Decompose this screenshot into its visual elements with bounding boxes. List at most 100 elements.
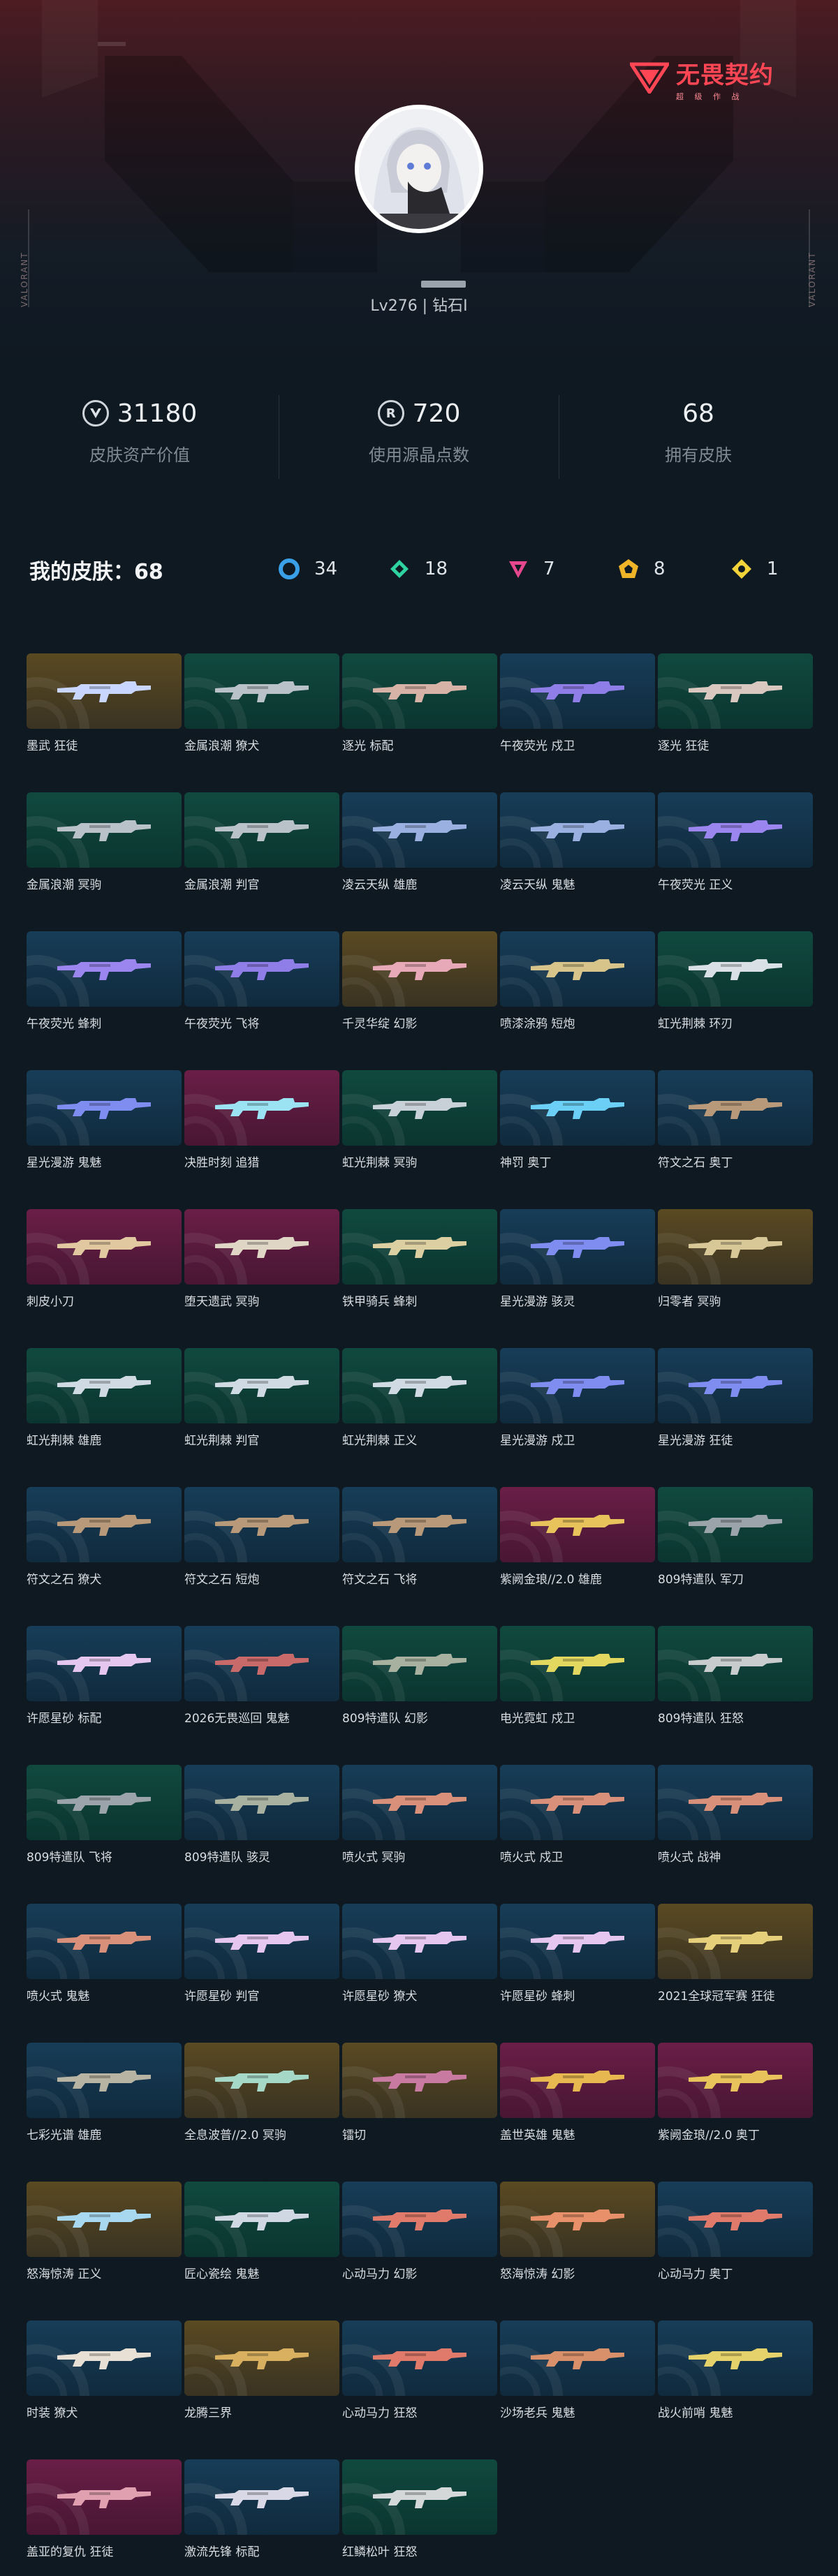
weapon-skin-icon: [215, 2487, 309, 2508]
weapon-skin-icon: [689, 681, 782, 702]
skin-card[interactable]: 虹光荆棘 正义: [342, 1348, 497, 1453]
skin-thumbnail: [658, 1348, 813, 1423]
skin-card[interactable]: 2021全球冠军赛 狂徒: [658, 1904, 813, 2008]
skin-card[interactable]: 午夜荧光 戍卫: [500, 653, 655, 758]
skin-card[interactable]: 怒海惊涛 正义: [27, 2182, 182, 2286]
tier-deluxe[interactable]: 18: [388, 552, 448, 586]
skin-card[interactable]: 喷火式 戍卫: [500, 1765, 655, 1870]
skin-card[interactable]: 决胜时刻 追猎: [184, 1070, 339, 1175]
skin-card[interactable]: 堕天遗武 冥驹: [184, 1209, 339, 1314]
skin-card[interactable]: 刺皮小刀: [27, 1209, 182, 1314]
skin-thumbnail: [500, 1209, 655, 1285]
skin-card[interactable]: 虹光荆棘 冥驹: [342, 1070, 497, 1175]
skin-card[interactable]: 星光漫游 骇灵: [500, 1209, 655, 1314]
skin-thumbnail: [500, 2182, 655, 2257]
weapon-skin-icon: [689, 1932, 782, 1953]
skin-card[interactable]: 激流先锋 标配: [184, 2459, 339, 2564]
skin-card[interactable]: 符文之石 飞将: [342, 1487, 497, 1592]
skin-card[interactable]: 千灵华绽 幻影: [342, 931, 497, 1036]
skin-thumbnail: [500, 1626, 655, 1701]
skin-card[interactable]: 神罚 奥丁: [500, 1070, 655, 1175]
skin-card[interactable]: 虹光荆棘 环刃: [658, 931, 813, 1036]
skin-thumbnail: [658, 2182, 813, 2257]
tier-select[interactable]: 34: [278, 552, 337, 586]
skin-name: 喷火式 冥驹: [342, 1851, 406, 1865]
skin-card[interactable]: 时装 獠犬: [27, 2320, 182, 2425]
weapon-skin-icon: [373, 1237, 466, 1258]
skin-card[interactable]: 心动马力 狂怒: [342, 2320, 497, 2425]
skin-card[interactable]: 金属浪潮 獠犬: [184, 653, 339, 758]
skin-card[interactable]: 喷火式 鬼魅: [27, 1904, 182, 2008]
skin-name: 全息波普//2.0 冥驹: [184, 2129, 286, 2142]
skin-card[interactable]: 午夜荧光 飞将: [184, 931, 339, 1036]
tier-ultra[interactable]: 8: [617, 552, 666, 586]
skin-card[interactable]: 盖世英雄 鬼魅: [500, 2043, 655, 2147]
skin-card[interactable]: 归零者 冥驹: [658, 1209, 813, 1314]
skin-card[interactable]: 虹光荆棘 判官: [184, 1348, 339, 1453]
weapon-skin-icon: [689, 959, 782, 980]
skin-card[interactable]: 战火前哨 鬼魅: [658, 2320, 813, 2425]
skin-thumbnail: [27, 792, 182, 868]
skin-card[interactable]: 星光漫游 狂徒: [658, 1348, 813, 1453]
skin-card[interactable]: 809特遣队 军刀: [658, 1487, 813, 1592]
skin-card[interactable]: 许愿星砂 蜂刺: [500, 1904, 655, 2008]
skin-card[interactable]: 809特遣队 幻影: [342, 1626, 497, 1731]
skin-card[interactable]: 金属浪潮 冥驹: [27, 792, 182, 897]
skin-card[interactable]: 星光漫游 鬼魅: [27, 1070, 182, 1175]
skin-card[interactable]: 凌云天纵 雄鹿: [342, 792, 497, 897]
skin-thumbnail: [27, 1487, 182, 1562]
skin-card[interactable]: 2026无畏巡回 鬼魅: [184, 1626, 339, 1731]
skin-card[interactable]: 七彩光谱 雄鹿: [27, 2043, 182, 2147]
skin-card[interactable]: 铁甲骑兵 蜂刺: [342, 1209, 497, 1314]
skin-thumbnail: [342, 653, 497, 729]
weapon-skin-icon: [689, 2348, 782, 2369]
skin-card[interactable]: 逐光 狂徒: [658, 653, 813, 758]
skin-card[interactable]: 匠心瓷绘 鬼魅: [184, 2182, 339, 2286]
tier-premium[interactable]: 7: [507, 552, 555, 586]
radianite-icon: R: [377, 400, 404, 427]
skin-card[interactable]: 星光漫游 戍卫: [500, 1348, 655, 1453]
skin-card[interactable]: 紫阙金琅//2.0 雄鹿: [500, 1487, 655, 1592]
skin-card[interactable]: 许愿星砂 标配: [27, 1626, 182, 1731]
skin-card[interactable]: 红鳞松叶 狂怒: [342, 2459, 497, 2564]
skin-card[interactable]: 龙腾三界: [184, 2320, 339, 2425]
skin-name: 许愿星砂 蜂刺: [500, 1990, 575, 2004]
skin-card[interactable]: 心动马力 奥丁: [658, 2182, 813, 2286]
skin-name: 809特遣队 军刀: [658, 1573, 744, 1587]
tier-exclusive[interactable]: 1: [730, 552, 779, 586]
skin-thumbnail: [27, 2182, 182, 2257]
skin-card[interactable]: 心动马力 幻影: [342, 2182, 497, 2286]
skin-card[interactable]: 喷火式 战神: [658, 1765, 813, 1870]
skin-card[interactable]: 午夜荧光 蜂刺: [27, 931, 182, 1036]
skin-card[interactable]: 许愿星砂 獠犬: [342, 1904, 497, 2008]
skin-card[interactable]: 符文之石 短炮: [184, 1487, 339, 1592]
skin-card[interactable]: 809特遣队 骇灵: [184, 1765, 339, 1870]
skin-thumbnail: [342, 2459, 497, 2535]
skin-card[interactable]: 符文之石 奥丁: [658, 1070, 813, 1175]
skin-card[interactable]: 虹光荆棘 雄鹿: [27, 1348, 182, 1453]
skin-card[interactable]: 镭切: [342, 2043, 497, 2147]
skin-card[interactable]: 809特遣队 飞将: [27, 1765, 182, 1870]
skin-card[interactable]: 沙场老兵 鬼魅: [500, 2320, 655, 2425]
skin-name: 红鳞松叶 狂怒: [342, 2545, 418, 2559]
skin-card[interactable]: 全息波普//2.0 冥驹: [184, 2043, 339, 2147]
avatar-illustration: [359, 109, 479, 229]
skin-name: 午夜荧光 蜂刺: [27, 1017, 102, 1031]
skin-card[interactable]: 逐光 标配: [342, 653, 497, 758]
skin-card[interactable]: 墨武 狂徒: [27, 653, 182, 758]
skin-card[interactable]: 电光霓虹 戍卫: [500, 1626, 655, 1731]
skin-name: 2021全球冠军赛 狂徒: [658, 1990, 775, 2004]
tier-count: 1: [767, 558, 779, 579]
avatar[interactable]: [355, 105, 483, 233]
skin-card[interactable]: 金属浪潮 判官: [184, 792, 339, 897]
skin-card[interactable]: 喷漆涂鸦 短炮: [500, 931, 655, 1036]
skin-card[interactable]: 809特遣队 狂怒: [658, 1626, 813, 1731]
skin-card[interactable]: 符文之石 獠犬: [27, 1487, 182, 1592]
skin-card[interactable]: 午夜荧光 正义: [658, 792, 813, 897]
skin-card[interactable]: 凌云天纵 鬼魅: [500, 792, 655, 897]
skin-card[interactable]: 喷火式 冥驹: [342, 1765, 497, 1870]
skin-card[interactable]: 盖亚的复仇 狂徒: [27, 2459, 182, 2564]
skin-card[interactable]: 紫阙金琅//2.0 奥丁: [658, 2043, 813, 2147]
skin-card[interactable]: 怒海惊涛 幻影: [500, 2182, 655, 2286]
skin-card[interactable]: 许愿星砂 判官: [184, 1904, 339, 2008]
